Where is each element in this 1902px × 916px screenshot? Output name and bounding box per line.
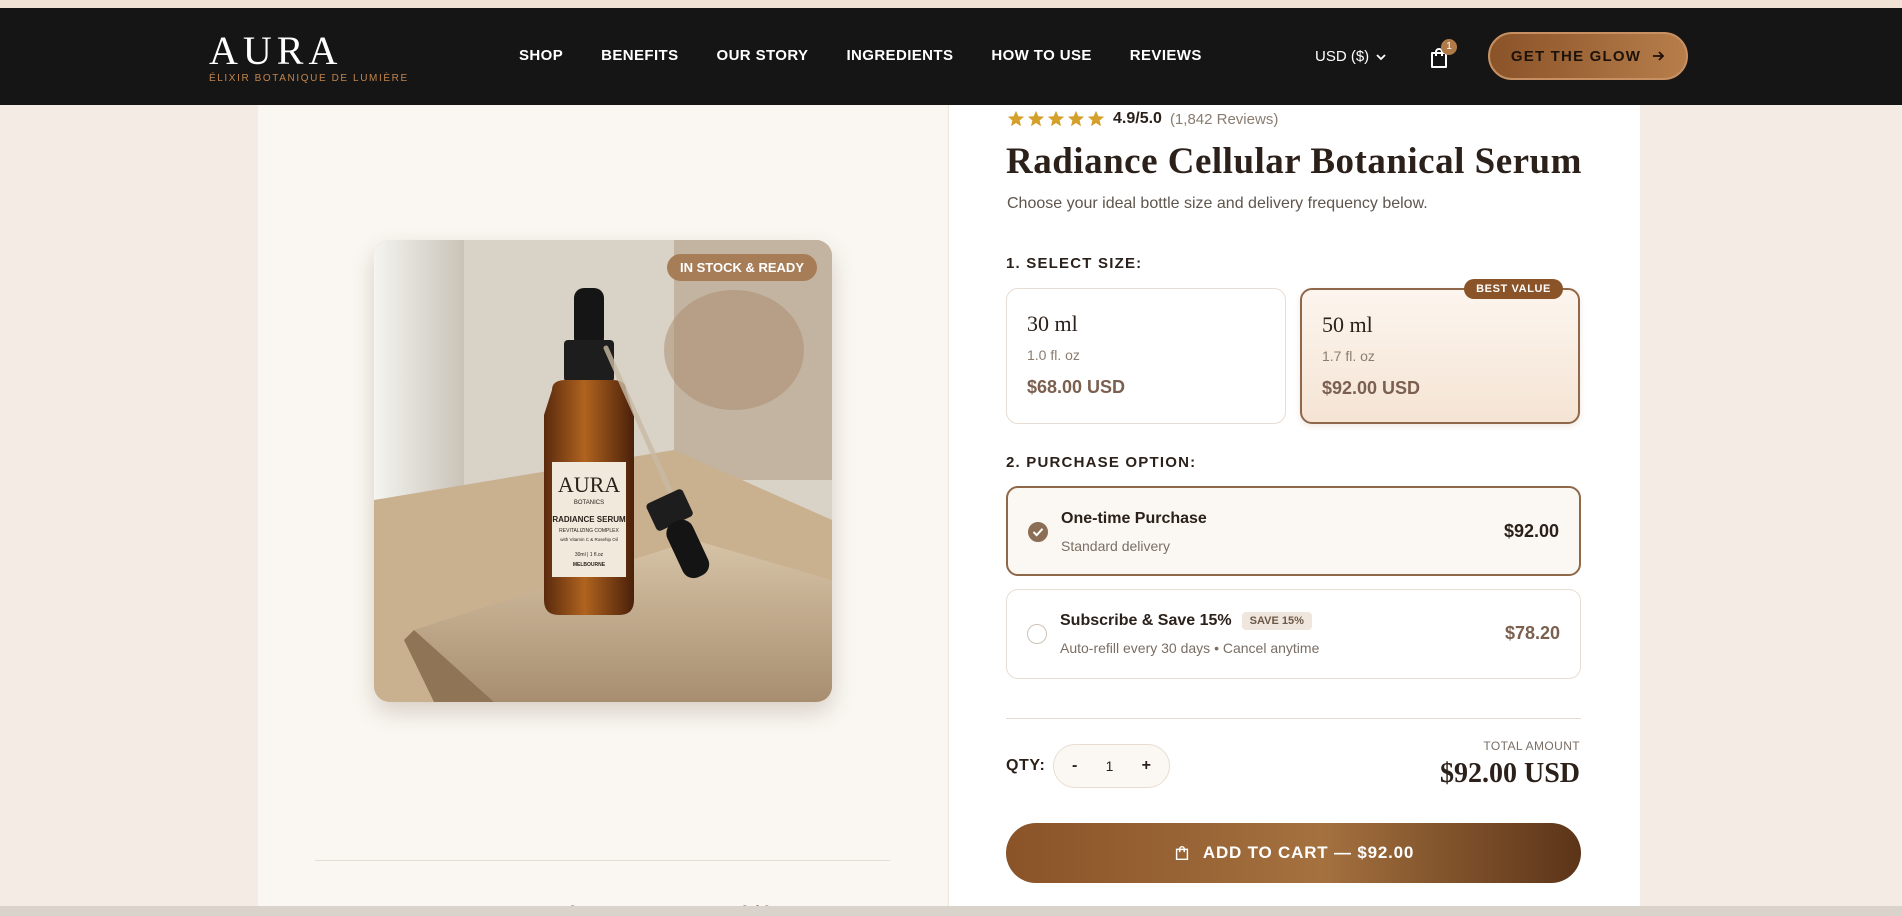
- add-to-cart-label: ADD TO CART — $92.00: [1202, 843, 1415, 862]
- bottom-strip: [0, 906, 1902, 916]
- save-tag: SAVE 15%: [1241, 612, 1312, 630]
- bottle-sub: BOTANICS: [574, 500, 604, 506]
- nav-reviews[interactable]: REVIEWS: [1130, 47, 1202, 64]
- option-price: $78.20: [1504, 623, 1560, 643]
- cart-count-badge: 1: [1441, 39, 1457, 55]
- serum-bottle-photo: AURA BOTANICS RADIANCE SERUM REVITALIZIN…: [374, 240, 832, 702]
- bottle-line5: MELBOURNE: [573, 562, 606, 568]
- arrow-right-icon: [1653, 51, 1665, 61]
- main-nav: SHOP BENEFITS OUR STORY INGREDIENTS HOW …: [519, 47, 1240, 64]
- rating-stars: [1007, 110, 1105, 128]
- nav-ingredients[interactable]: INGREDIENTS: [846, 47, 953, 64]
- bottle-line3: with Vitamin C & Rosehip Oil: [560, 537, 617, 542]
- bottle-brand: AURA: [558, 472, 620, 497]
- option-title: One-time Purchase: [1061, 510, 1207, 528]
- product-image[interactable]: AURA BOTANICS RADIANCE SERUM REVITALIZIN…: [374, 240, 832, 702]
- size-option-30ml[interactable]: 30 ml 1.0 fl. oz $68.00 USD: [1006, 288, 1286, 424]
- shopping-bag-icon: [1175, 846, 1188, 861]
- bottle-product: RADIANCE SERUM: [552, 515, 626, 524]
- add-to-cart-button[interactable]: ADD TO CART — $92.00: [1006, 823, 1581, 883]
- size-price: $68.00 USD: [1027, 377, 1126, 397]
- logo-text: AURA: [209, 28, 343, 73]
- currency-selector[interactable]: USD ($): [1315, 48, 1387, 65]
- nav-our-story[interactable]: OUR STORY: [717, 47, 809, 64]
- option-title-text: One-time Purchase: [1061, 510, 1207, 527]
- currency-label: USD ($): [1315, 48, 1370, 65]
- nav-benefits[interactable]: BENEFITS: [601, 47, 678, 64]
- size-price: $92.00 USD: [1322, 378, 1421, 398]
- size-option-50ml[interactable]: BEST VALUE 50 ml 1.7 fl. oz $92.00 USD: [1300, 279, 1580, 424]
- size-section-label: 1. SELECT SIZE:: [1006, 255, 1143, 272]
- qty-increment-button[interactable]: +: [1142, 757, 1151, 775]
- chevron-down-icon: [1376, 53, 1386, 60]
- product-title: Radiance Cellular Botanical Serum: [1006, 141, 1582, 182]
- cart-button[interactable]: 1: [1427, 39, 1457, 71]
- radio-checked[interactable]: [1028, 522, 1048, 542]
- option-title-text: Subscribe & Save 15%: [1060, 612, 1232, 629]
- subscribe-save-option[interactable]: Subscribe & Save 15% SAVE 15% Auto-refil…: [1006, 589, 1581, 679]
- option-price: $92.00: [1503, 521, 1559, 541]
- size-name: 30 ml: [1027, 311, 1078, 336]
- details-divider: [1006, 718, 1581, 719]
- logo-tagline: ÉLIXIR BOTANIQUE DE LUMIÈRE: [209, 73, 409, 84]
- total-amount-value: $92.00 USD: [1439, 758, 1580, 789]
- star-icon: [1007, 110, 1025, 127]
- nav-shop[interactable]: SHOP: [519, 47, 563, 64]
- product-subtitle: Choose your ideal bottle size and delive…: [1007, 195, 1428, 212]
- bottle-line4: 30ml | 1 fl.oz: [575, 552, 604, 558]
- star-icon: [1087, 110, 1105, 127]
- bottle-line2: REVITALIZING COMPLEX: [559, 528, 619, 534]
- top-strip: [0, 0, 1902, 8]
- star-icon: [1027, 110, 1045, 127]
- option-title: Subscribe & Save 15% SAVE 15%: [1060, 612, 1312, 630]
- option-description: Auto-refill every 30 days • Cancel anyti…: [1060, 640, 1320, 656]
- cta-label: GET THE GLOW: [1510, 47, 1642, 65]
- option-description: Standard delivery: [1061, 538, 1170, 554]
- size-name: 50 ml: [1322, 312, 1373, 337]
- brand-logo[interactable]: AURA ÉLIXIR BOTANIQUE DE LUMIÈRE: [209, 28, 409, 85]
- star-icon: [1047, 110, 1065, 127]
- purchase-section-label: 2. PURCHASE OPTION:: [1006, 454, 1197, 471]
- qty-value[interactable]: 1: [1106, 758, 1114, 774]
- nav-how-to-use[interactable]: HOW TO USE: [991, 47, 1091, 64]
- size-volume: 1.0 fl. oz: [1027, 347, 1080, 363]
- one-time-purchase-option[interactable]: One-time Purchase Standard delivery $92.…: [1006, 486, 1581, 576]
- quantity-label: QTY:: [1006, 757, 1046, 774]
- star-icon: [1067, 110, 1085, 127]
- gallery-divider: [315, 860, 890, 861]
- best-value-badge: BEST VALUE: [1464, 279, 1563, 299]
- qty-decrement-button[interactable]: -: [1072, 757, 1077, 775]
- quantity-stepper: - 1 +: [1053, 744, 1170, 788]
- get-the-glow-button[interactable]: GET THE GLOW: [1488, 32, 1688, 80]
- product-rating[interactable]: 4.9/5.0 (1,842 Reviews): [1007, 110, 1278, 128]
- check-icon: [1032, 528, 1044, 537]
- review-count[interactable]: (1,842 Reviews): [1170, 111, 1278, 128]
- rating-score: 4.9/5.0: [1113, 110, 1162, 127]
- total-amount-label: TOTAL AMOUNT: [1483, 739, 1580, 753]
- stock-badge: IN STOCK & READY: [667, 254, 817, 281]
- size-volume: 1.7 fl. oz: [1322, 348, 1375, 364]
- radio-unchecked[interactable]: [1027, 624, 1047, 644]
- site-header: AURA ÉLIXIR BOTANIQUE DE LUMIÈRE SHOP BE…: [0, 8, 1902, 105]
